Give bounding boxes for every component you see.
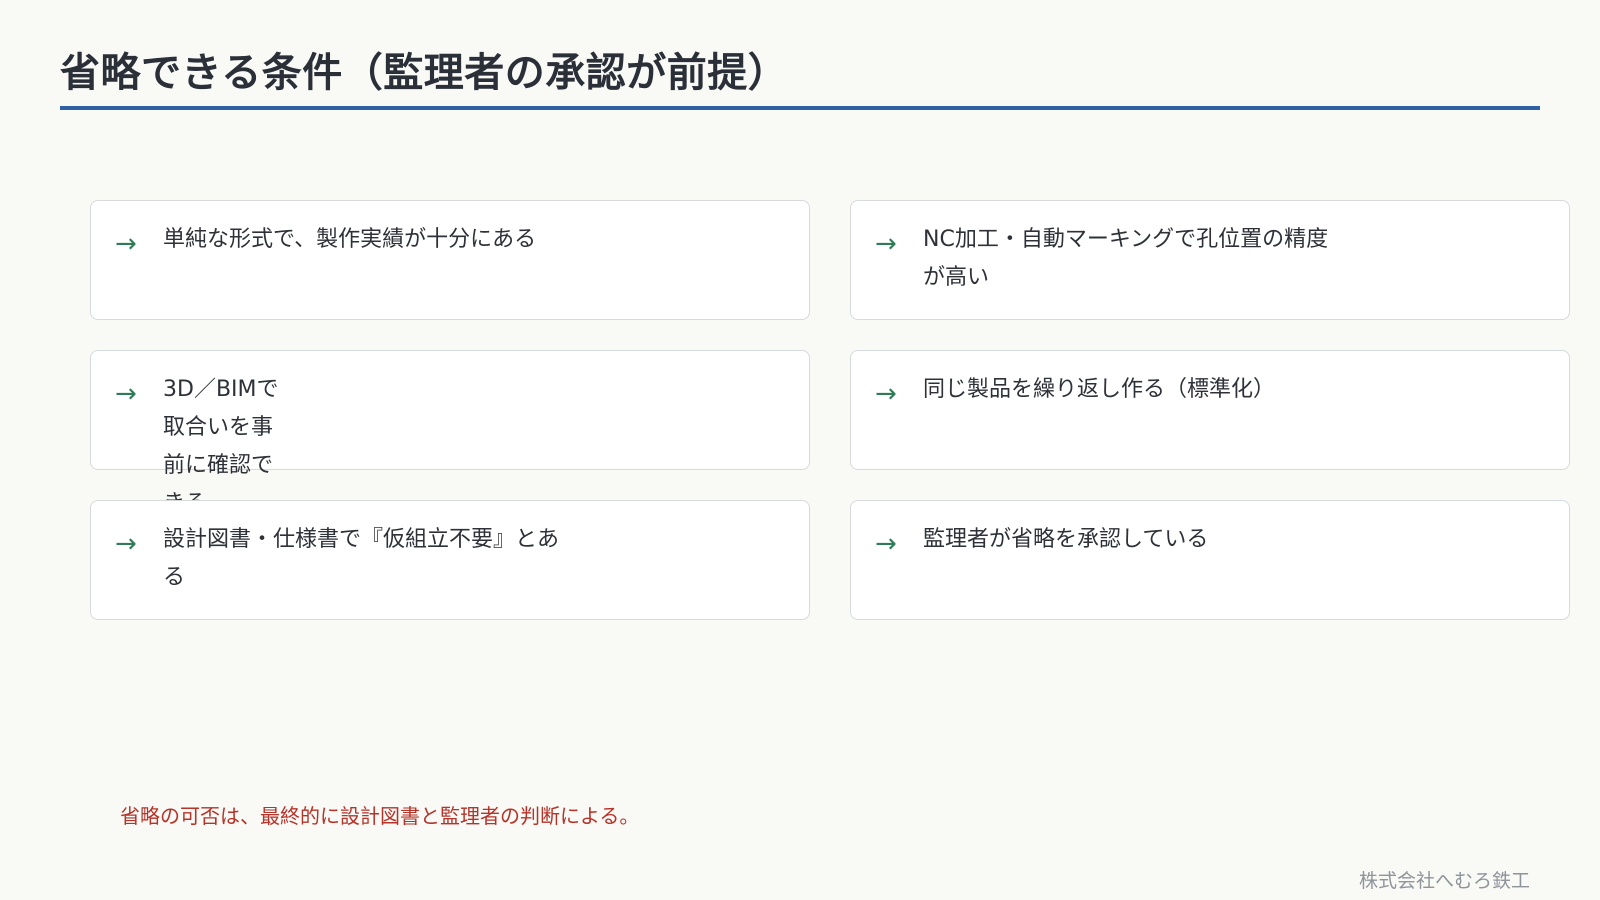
title-underline (60, 106, 1540, 110)
condition-cards: → 単純な形式で、製作実績が十分にある → NC加工・自動マーキングで孔位置の精… (90, 200, 1570, 620)
condition-card-2: → NC加工・自動マーキングで孔位置の精度が高い (850, 200, 1570, 320)
condition-card-4: → 同じ製品を繰り返し作る（標準化） (850, 350, 1570, 470)
condition-text: 監理者が省略を承認している (923, 527, 1209, 552)
judgement-note: 省略の可否は、最終的に設計図書と監理者の判断による。 (120, 804, 640, 828)
company-name: 株式会社へむろ鉄工 (1358, 870, 1530, 892)
condition-card-6: → 監理者が省略を承認している (850, 500, 1570, 620)
condition-card-1: → 単純な形式で、製作実績が十分にある (90, 200, 810, 320)
condition-card-3: → 3D／BIMで取合いを事前に確認できる (90, 350, 810, 516)
arrow-right-icon: → (115, 379, 137, 409)
slide-title: 省略できる条件（監理者の承認が前提） (60, 50, 789, 96)
condition-text: NC加工・自動マーキングで孔位置の精度が高い (923, 227, 1329, 290)
condition-text: 同じ製品を繰り返し作る（標準化） (923, 377, 1276, 402)
condition-card-5: → 設計図書・仕様書で『仮組立不要』とある (90, 500, 810, 620)
arrow-right-icon: → (875, 229, 897, 259)
arrow-right-icon: → (875, 379, 897, 409)
condition-text: 設計図書・仕様書で『仮組立不要』とある (163, 527, 560, 590)
arrow-right-icon: → (875, 529, 897, 559)
arrow-right-icon: → (115, 229, 137, 259)
condition-text: 単純な形式で、製作実績が十分にある (163, 227, 537, 252)
arrow-right-icon: → (115, 529, 137, 559)
